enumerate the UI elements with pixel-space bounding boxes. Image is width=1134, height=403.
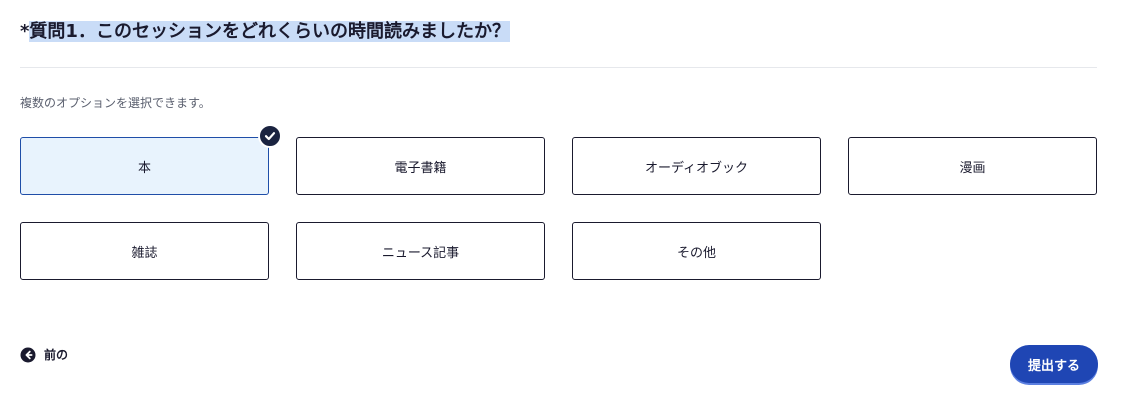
option-audiobook[interactable]: オーディオブック	[572, 137, 821, 195]
option-label: オーディオブック	[644, 160, 749, 176]
previous-button[interactable]: 前の	[20, 346, 68, 364]
option-manga[interactable]: 漫画	[848, 137, 1097, 195]
option-label: ニュース記事	[381, 245, 460, 261]
divider	[20, 67, 1097, 68]
option-label: 漫画	[959, 160, 986, 176]
option-ebook[interactable]: 電子書籍	[296, 137, 545, 195]
option-label: 本	[137, 160, 151, 176]
option-label: その他	[676, 245, 716, 261]
previous-label: 前の	[44, 348, 69, 362]
submit-button[interactable]: 提出する	[1010, 345, 1098, 383]
question-text: 質問1．このセッションをどれくらいの時間読みましたか？	[29, 21, 510, 42]
arrow-left-circle-icon	[20, 347, 36, 363]
option-other[interactable]: その他	[572, 222, 821, 280]
checkmark-icon	[258, 124, 282, 148]
option-label: 雑誌	[131, 245, 158, 261]
option-label: 電子書籍	[394, 160, 447, 176]
question-title: *質問1．このセッションをどれくらいの時間読みましたか？	[20, 18, 510, 46]
option-news-article[interactable]: ニュース記事	[296, 222, 545, 280]
required-asterisk: *	[20, 21, 30, 42]
survey-page: *質問1．このセッションをどれくらいの時間読みましたか？ 複数のオプションを選択…	[0, 0, 1134, 403]
option-magazine[interactable]: 雑誌	[20, 222, 269, 280]
option-book[interactable]: 本	[20, 137, 269, 195]
multi-select-hint: 複数のオプションを選択できます。	[20, 96, 211, 110]
